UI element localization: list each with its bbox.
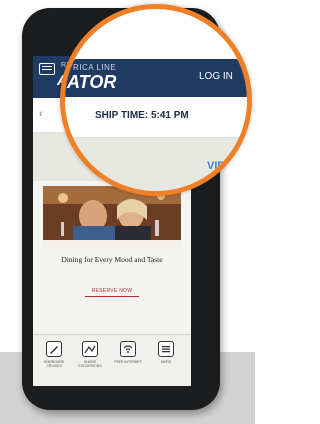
tab-shipboard[interactable]: SHIPBOARD CRUISES	[39, 341, 69, 368]
zoom-ship-time: SHIP TIME: 5:41 PM	[95, 110, 189, 121]
pen-icon	[46, 341, 62, 357]
zoom-promo-banner: VIEW	[65, 138, 247, 191]
zoom-ship-time-value: 5:41 PM	[150, 110, 189, 121]
zoom-ship-time-bar: SHIP TIME: 5:41 PM	[65, 97, 247, 138]
tab-shore-excursions[interactable]: SHORE EXCURSIONS	[75, 341, 105, 368]
zoom-view-link[interactable]: VIEW	[207, 160, 235, 172]
tab-label: SHIPBOARD CRUISES	[43, 360, 65, 368]
zoom-brand-tagline: RICA LINE	[73, 63, 117, 72]
tab-label: SHORE EXCURSIONS	[78, 360, 102, 368]
zoom-callout: RICA LINE ATOR LOG IN SHIP TIME: 5:41 PM…	[60, 4, 252, 196]
menu-icon	[158, 341, 174, 357]
wifi-icon	[120, 341, 136, 357]
zoom-login-button[interactable]: LOG IN	[199, 71, 233, 82]
tab-more[interactable]: MORE	[151, 341, 181, 364]
zoom-header: RICA LINE ATOR LOG IN	[65, 59, 247, 97]
zoom-brand-logo-text: ATOR	[67, 72, 117, 92]
tab-label: FREE INTERNET	[114, 360, 142, 364]
tab-label: MORE	[160, 360, 172, 364]
zoom-ship-time-label: SHIP TIME:	[95, 110, 149, 121]
map-icon	[82, 341, 98, 357]
tab-free-internet[interactable]: FREE INTERNET	[113, 341, 143, 364]
menu-icon[interactable]	[39, 63, 55, 75]
chevron-left-icon[interactable]: ‹	[39, 108, 43, 120]
bottom-tab-bar: SHIPBOARD CRUISES SHORE EXCURSIONS FREE …	[33, 334, 191, 386]
reserve-now-button[interactable]: RESERVE NOW	[85, 288, 139, 297]
card-title: Dining for Every Mood and Taste	[61, 255, 163, 264]
zoom-content: RICA LINE ATOR LOG IN SHIP TIME: 5:41 PM…	[65, 59, 247, 191]
